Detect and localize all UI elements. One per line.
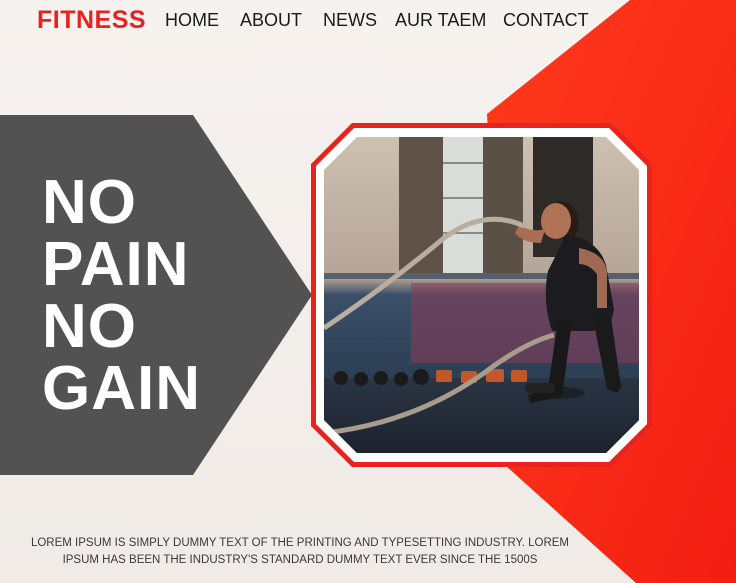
top-navigation: FITNESS HOME ABOUT NEWS AUR TAEM CONTACT — [0, 0, 736, 42]
brand-logo[interactable]: FITNESS — [37, 6, 146, 35]
hero-slogan: NO PAIN NO GAIN — [42, 172, 201, 420]
slogan-line-3: NO — [42, 292, 137, 361]
nav-item-news[interactable]: NEWS — [323, 10, 377, 31]
slogan-line-1: NO — [42, 168, 137, 237]
caption-line-2: IPSUM HAS BEEN THE INDUSTRY'S STANDARD D… — [62, 554, 538, 566]
nav-item-team[interactable]: AUR TAEM — [395, 10, 486, 31]
nav-item-about[interactable]: ABOUT — [240, 10, 302, 31]
hero-photo-athlete-battle-ropes — [311, 123, 652, 467]
nav-item-contact[interactable]: CONTACT — [503, 10, 589, 31]
caption-line-1: LOREM IPSUM IS SIMPLY DUMMY TEXT OF THE … — [30, 537, 570, 549]
slogan-line-2: PAIN — [42, 230, 190, 299]
hero-caption: LOREM IPSUM IS SIMPLY DUMMY TEXT OF THE … — [20, 535, 580, 569]
page: FITNESS HOME ABOUT NEWS AUR TAEM CONTACT… — [0, 0, 736, 583]
slogan-line-4: GAIN — [42, 354, 201, 423]
nav-item-home[interactable]: HOME — [165, 10, 219, 31]
